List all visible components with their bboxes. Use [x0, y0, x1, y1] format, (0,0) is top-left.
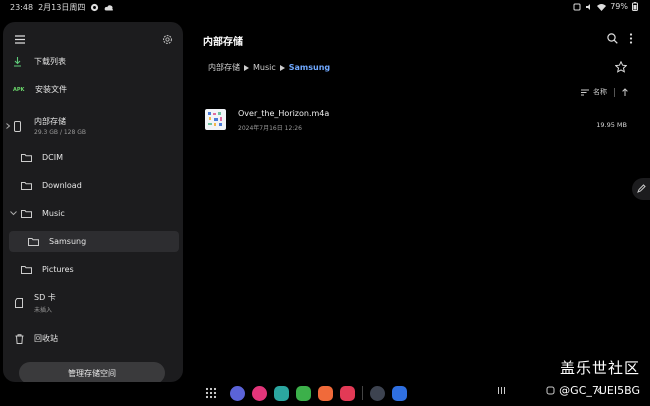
- sound-icon: [586, 3, 591, 10]
- sidebar-item-downloads[interactable]: 下载列表: [13, 56, 66, 67]
- sidebar-item-label: Download: [42, 181, 82, 190]
- sidebar-item-internal-storage[interactable]: 内部存储 29.3 GB / 128 GB: [14, 116, 86, 136]
- breadcrumb-arrow-icon: [279, 64, 285, 71]
- sidebar-item-samsung[interactable]: Samsung: [28, 237, 86, 246]
- breadcrumb-item-samsung[interactable]: Samsung: [289, 63, 330, 72]
- sort-control[interactable]: 名称: [581, 87, 628, 97]
- breadcrumb-item-internal[interactable]: 内部存储: [208, 62, 240, 73]
- sidebar-item-trash[interactable]: 回收站: [15, 333, 58, 344]
- home-icon[interactable]: [546, 386, 555, 395]
- folder-icon: [28, 238, 39, 246]
- contacts-app-icon[interactable]: [318, 385, 333, 401]
- recent-apps-icon[interactable]: [497, 386, 506, 395]
- flower-app-icon[interactable]: [252, 385, 267, 401]
- sidebar-item-music[interactable]: Music: [21, 209, 65, 218]
- phone-icon: [14, 120, 21, 132]
- sidebar-item-dcim[interactable]: DCIM: [21, 153, 63, 162]
- status-date: 2月13日周四: [38, 3, 86, 12]
- battery-icon: [632, 2, 638, 11]
- sort-label: 名称: [593, 88, 607, 96]
- storage-usage: 29.3 GB / 128 GB: [34, 129, 86, 136]
- file-name: Over_the_Horizon.m4a: [238, 109, 330, 118]
- file-row[interactable]: Over_the_Horizon.m4a 2024年7月16日 12:26 19…: [205, 107, 630, 133]
- camera-app-icon[interactable]: [340, 385, 355, 401]
- folder-icon: [21, 266, 32, 274]
- watermark: 盖乐世社区 @GC_7UEI5BG: [559, 357, 640, 397]
- taskbar-divider: [362, 386, 363, 400]
- download-icon: [14, 56, 21, 67]
- status-time: 23:48: [10, 3, 34, 12]
- settings-gear-icon[interactable]: [162, 34, 173, 45]
- collapse-chevron-icon[interactable]: [5, 123, 11, 129]
- sd-status: 未插入: [34, 307, 53, 314]
- folder-icon: [21, 182, 32, 190]
- sidebar-item-download[interactable]: Download: [21, 181, 82, 190]
- sidebar-item-label: 内部存储: [34, 117, 66, 126]
- sidebar-item-label: 安装文件: [35, 85, 67, 94]
- manage-storage-button[interactable]: 管理存储空间: [19, 362, 165, 382]
- sort-direction-arrow-icon[interactable]: [622, 88, 628, 96]
- battery-percent: 79%: [610, 2, 628, 11]
- sidebar-item-label: Samsung: [49, 237, 87, 246]
- breadcrumb-arrow-icon: [244, 64, 249, 71]
- page-title: 内部存储: [203, 37, 243, 48]
- sidebar-item-label: Music: [42, 209, 65, 218]
- sidebar-item-sd-card[interactable]: SD 卡 未插入: [15, 292, 56, 314]
- folder-icon: [21, 210, 32, 218]
- file-date: 2024年7月16日 12:26: [238, 125, 302, 132]
- cloud-icon: [104, 4, 114, 10]
- calendar-app-icon[interactable]: [274, 385, 289, 401]
- trash-icon: [15, 333, 24, 344]
- internet-app-icon[interactable]: [230, 385, 245, 401]
- sidebar-item-install-files[interactable]: APK 安装文件: [13, 84, 67, 95]
- files-app-icon[interactable]: [392, 385, 407, 401]
- sort-icon: [581, 89, 589, 95]
- folder-icon: [21, 154, 32, 162]
- audio-thumbnail-icon: [208, 112, 222, 126]
- audio-file-thumbnail: [205, 109, 226, 130]
- sidebar-item-label: Pictures: [42, 265, 74, 274]
- taskbar: [205, 380, 407, 406]
- sidebar-item-label: SD 卡: [34, 293, 56, 302]
- status-bar: 23:48 2月13日周四 79%: [0, 0, 650, 14]
- sidebar-item-pictures[interactable]: Pictures: [21, 265, 74, 274]
- edge-panel-handle[interactable]: [632, 178, 650, 200]
- file-size: 19.95 MB: [596, 121, 627, 129]
- sd-card-icon: [15, 298, 23, 308]
- apk-icon: APK: [13, 86, 25, 93]
- sidebar: 下载列表 APK 安装文件 内部存储 29.3 GB / 128 GB DCIM…: [3, 22, 183, 382]
- sidebar-item-label: DCIM: [42, 153, 64, 162]
- more-options-icon[interactable]: [629, 33, 633, 44]
- sidebar-item-label: 下载列表: [34, 57, 66, 66]
- sidebar-item-label: 回收站: [34, 334, 58, 343]
- menu-icon[interactable]: [15, 35, 25, 44]
- nfc-icon: [573, 3, 581, 10]
- expand-chevron-icon[interactable]: [10, 210, 17, 216]
- breadcrumb-item-music[interactable]: Music: [253, 63, 276, 72]
- calculator-app-icon[interactable]: [296, 385, 311, 401]
- settings-app-icon[interactable]: [370, 385, 385, 401]
- breadcrumb: 内部存储 Music Samsung: [208, 62, 330, 73]
- favorite-star-icon[interactable]: [615, 61, 627, 73]
- search-icon[interactable]: [607, 33, 618, 44]
- watermark-handle: @GC_7UEI5BG: [559, 384, 640, 397]
- app-drawer-icon[interactable]: [205, 387, 217, 399]
- wifi-icon: [597, 3, 607, 11]
- pen-icon: [637, 184, 646, 193]
- notification-icon: [91, 3, 99, 12]
- watermark-title: 盖乐世社区: [559, 359, 640, 377]
